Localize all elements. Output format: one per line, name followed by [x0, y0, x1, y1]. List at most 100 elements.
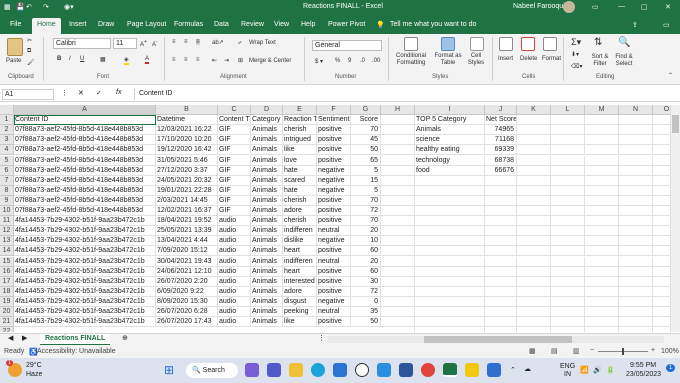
grid-cell[interactable]	[619, 206, 653, 217]
grid-cell[interactable]	[485, 206, 517, 217]
row-header[interactable]: 3	[0, 135, 14, 146]
grid-cell[interactable]: audio	[218, 266, 251, 277]
grid-cell[interactable]: Animals	[251, 317, 283, 328]
grid-cell[interactable]	[619, 185, 653, 196]
grid-cell[interactable]	[585, 175, 619, 186]
grid-cell[interactable]: positive	[317, 125, 351, 136]
grid-cell[interactable]	[585, 115, 619, 126]
grid-cell[interactable]: Animals	[251, 256, 283, 267]
grid-cell[interactable]: adore	[283, 286, 317, 297]
zoom-thumb[interactable]	[622, 348, 624, 355]
grid-cell[interactable]: neutral	[317, 226, 351, 237]
grid-cell[interactable]: audio	[218, 246, 251, 257]
column-header[interactable]: N	[619, 105, 653, 115]
grid-cell[interactable]: 4fa14453-7b29-4302-b51f-9aa23b472c1b	[14, 236, 156, 247]
grid-cell[interactable]: 24/06/2021 12:10	[156, 266, 218, 277]
grid-cell[interactable]: 4fa14453-7b29-4302-b51f-9aa23b472c1b	[14, 256, 156, 267]
row-header[interactable]: 10	[0, 206, 14, 217]
borders-icon[interactable]: ▦	[100, 56, 106, 63]
grid-cell[interactable]: 50	[351, 317, 381, 328]
percent-icon[interactable]: %	[335, 58, 340, 64]
grid-cell[interactable]	[619, 276, 653, 287]
column-header[interactable]: K	[517, 105, 551, 115]
column-header[interactable]: O	[653, 105, 670, 115]
grid-cell[interactable]	[551, 286, 585, 297]
grid-cell[interactable]: disgust	[283, 296, 317, 307]
grid-cell[interactable]	[585, 195, 619, 206]
grid-cell[interactable]	[619, 165, 653, 176]
align-center-icon[interactable]: ≡	[184, 57, 188, 63]
grid-cell[interactable]	[619, 216, 653, 227]
grid-cell[interactable]	[653, 307, 670, 318]
tray-chevron-icon[interactable]: ⌃	[510, 366, 516, 374]
tab-data[interactable]: Data	[214, 21, 229, 28]
grid-cell[interactable]: audio	[218, 286, 251, 297]
row-header[interactable]: 19	[0, 296, 14, 307]
grid-cell[interactable]: 35	[351, 307, 381, 318]
grid-cell[interactable]: 60	[351, 266, 381, 277]
grid-cell[interactable]: positive	[317, 155, 351, 166]
grid-cell[interactable]: 07f88a73-aef2-45fd-8b5d-418e448b853d	[14, 185, 156, 196]
grid-cell[interactable]	[551, 246, 585, 257]
grid-cell[interactable]: intrigued	[283, 135, 317, 146]
grid-cell[interactable]: 07f88a73-aef2-45fd-8b5d-418e448b853d	[14, 175, 156, 186]
tab-review[interactable]: Review	[241, 21, 264, 28]
grid-cell[interactable]	[551, 135, 585, 146]
row-header[interactable]: 1	[0, 115, 14, 126]
grid-cell[interactable]	[551, 317, 585, 328]
grid-cell[interactable]	[381, 195, 415, 206]
edge-icon[interactable]	[311, 363, 325, 377]
function-icon[interactable]: fx	[116, 89, 121, 96]
grid-cell[interactable]	[485, 266, 517, 277]
tell-me-search[interactable]: Tell me what you want to do	[390, 21, 476, 28]
insert-button[interactable]: Insert	[498, 56, 513, 62]
grid-cell[interactable]	[653, 186, 670, 196]
add-sheet-icon[interactable]: ⊕	[122, 334, 128, 342]
grid-cell[interactable]: 31/05/2021 5:46	[156, 155, 218, 166]
prev-sheet-icon[interactable]: ◀	[8, 334, 13, 342]
font-color-icon[interactable]: A	[145, 56, 150, 64]
grid-cell[interactable]	[653, 135, 670, 146]
grid-cell[interactable]: 70	[351, 216, 381, 227]
row-header[interactable]: 14	[0, 246, 14, 257]
grid-cell[interactable]	[517, 206, 551, 217]
grid-cell[interactable]	[653, 125, 670, 136]
sort-filter-icon[interactable]: ⇅	[594, 37, 602, 48]
grid-cell[interactable]: 07f88a73-aef2-45fd-8b5d-418e448b853d	[14, 206, 156, 217]
grid-cell[interactable]: 19/12/2020 16:42	[156, 145, 218, 156]
bottom-align-icon[interactable]: ≡	[196, 39, 200, 45]
copilot-icon[interactable]	[245, 363, 259, 377]
grid-cell[interactable]: GIF	[218, 185, 251, 196]
grid-cell[interactable]: 0	[351, 296, 381, 307]
grid-cell[interactable]	[381, 206, 415, 217]
grid-cell[interactable]: Animals	[251, 226, 283, 237]
grid-cell[interactable]: 72	[351, 286, 381, 297]
grid-cell[interactable]	[381, 266, 415, 277]
summary-cell[interactable]: technology	[415, 155, 485, 166]
grid-cell[interactable]	[415, 296, 485, 307]
summary-cell[interactable]: 74965	[485, 125, 517, 136]
grid-cell[interactable]	[485, 195, 517, 206]
grid-cell[interactable]	[551, 145, 585, 156]
row-header[interactable]: 13	[0, 236, 14, 247]
column-header[interactable]: I	[415, 105, 485, 115]
grid-cell[interactable]: 26/07/2020 6:28	[156, 307, 218, 318]
grid-cell[interactable]: positive	[317, 317, 351, 328]
grid-cell[interactable]	[585, 185, 619, 196]
format-table-button[interactable]: Format as Table	[432, 53, 464, 67]
grid-cell[interactable]	[585, 246, 619, 257]
grid-cell[interactable]: 4fa14453-7b29-4302-b51f-9aa23b472c1b	[14, 226, 156, 237]
weather-temp[interactable]: 29°C	[26, 362, 42, 369]
grid-cell[interactable]: negative	[317, 236, 351, 247]
grid-cell[interactable]: 26/07/2020 17:43	[156, 317, 218, 328]
minimize-icon[interactable]: —	[618, 3, 625, 10]
grid-cell[interactable]	[619, 286, 653, 297]
grid-cell[interactable]	[381, 185, 415, 196]
grid-cell[interactable]: 4fa14453-7b29-4302-b51f-9aa23b472c1b	[14, 276, 156, 287]
row-header[interactable]: 7	[0, 175, 14, 186]
merge-center-button[interactable]: Merge & Center	[249, 58, 291, 64]
align-left-icon[interactable]: ≡	[172, 57, 176, 63]
row-header[interactable]: 5	[0, 155, 14, 166]
grid-cell[interactable]: Animals	[251, 236, 283, 247]
grid-cell[interactable]	[551, 266, 585, 277]
